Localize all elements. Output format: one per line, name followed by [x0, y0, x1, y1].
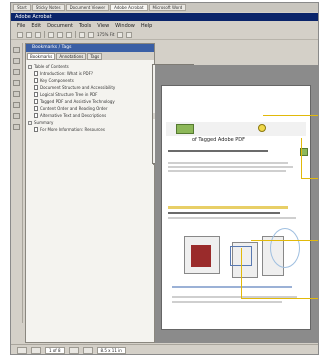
menu-bar: File Edit Document Tools View Window Hel… — [11, 22, 318, 30]
page-size-field: 8.5 x 11 in — [96, 347, 126, 354]
tree-item[interactable]: Introduction: What is PDF? — [28, 70, 152, 77]
text-line — [168, 170, 286, 172]
highlight-icon[interactable] — [13, 91, 20, 97]
highlighted-text — [168, 206, 288, 209]
page-icon — [34, 113, 38, 118]
tree-item[interactable]: Document Structure and Accessibility — [28, 84, 152, 91]
print-icon[interactable] — [35, 31, 41, 38]
figure-image — [184, 236, 220, 274]
toolbar: 175% Fit — [11, 30, 318, 40]
tab-annotations[interactable]: Annotations — [56, 53, 87, 60]
browser-tab-active[interactable]: Adobe Acrobat — [110, 4, 148, 11]
app-window: Start Sticky Notes Document Viewer Adobe… — [10, 2, 319, 355]
zoom-in-icon[interactable] — [117, 31, 124, 38]
text-line — [168, 166, 293, 168]
crop-icon[interactable] — [13, 113, 20, 119]
bookmark-tree: Table of Contents Introduction: What is … — [26, 60, 154, 136]
save-icon[interactable] — [26, 31, 32, 38]
link-icon[interactable] — [13, 124, 20, 130]
zoom-icon[interactable] — [13, 69, 20, 75]
menu-edit[interactable]: Edit — [31, 22, 41, 30]
comment-icon[interactable] — [13, 80, 20, 86]
page-icon — [34, 106, 38, 111]
zoom-tool-icon[interactable] — [66, 31, 72, 38]
text-line — [168, 217, 296, 219]
text-line — [172, 301, 282, 303]
toolbar-separator — [75, 31, 76, 38]
expand-icon[interactable] — [28, 120, 32, 125]
previous-page-icon[interactable] — [31, 347, 41, 354]
expand-icon[interactable] — [28, 64, 32, 69]
next-page-icon[interactable] — [68, 347, 79, 354]
hand-icon[interactable] — [13, 47, 20, 53]
callout-line — [301, 138, 302, 178]
toolbar-separator — [44, 31, 45, 38]
next-page-icon[interactable] — [88, 31, 94, 38]
caption-line — [172, 286, 292, 288]
stamp-icon[interactable] — [13, 102, 20, 108]
previous-page-icon[interactable] — [79, 31, 85, 38]
document-area[interactable]: of Tagged Adobe PDF — [155, 65, 318, 343]
tree-item[interactable]: Tagged PDF and Assistive Technology — [28, 98, 152, 105]
navigation-tabs: Bookmarks Annotations Tags — [26, 52, 154, 60]
tree-item[interactable]: Key Components — [28, 77, 152, 84]
document-page: of Tagged Adobe PDF — [161, 85, 311, 330]
page-icon — [34, 99, 38, 104]
tool-palette — [11, 43, 23, 323]
menu-file[interactable]: File — [17, 22, 25, 30]
callout-marker-icon[interactable] — [258, 124, 266, 132]
callout-line — [241, 298, 318, 299]
text-line — [168, 162, 288, 164]
first-page-icon[interactable] — [17, 347, 27, 354]
tree-item[interactable]: For More Information: Resources — [28, 126, 152, 133]
open-icon[interactable] — [17, 31, 23, 38]
page-icon — [34, 85, 38, 90]
menu-tools[interactable]: Tools — [79, 22, 91, 30]
page-icon — [34, 127, 38, 132]
callout-line — [251, 240, 318, 241]
selection-outline — [270, 228, 300, 268]
tree-item[interactable]: Logical Structure Tree in PDF — [28, 91, 152, 98]
callout-line — [241, 248, 242, 298]
menu-document[interactable]: Document — [47, 22, 73, 30]
callout-line — [263, 115, 318, 116]
page-icon — [34, 71, 38, 76]
menu-window[interactable]: Window — [115, 22, 135, 30]
tree-item[interactable]: Summary — [28, 119, 152, 126]
figure-content — [191, 245, 211, 267]
callout-line — [301, 178, 318, 179]
navigation-pane: Bookmarks / Tags Bookmarks Annotations T… — [25, 43, 155, 343]
document-title: of Tagged Adobe PDF — [192, 137, 246, 143]
page-icon — [34, 78, 38, 83]
tab-tags[interactable]: Tags — [87, 53, 103, 60]
last-page-icon[interactable] — [82, 347, 93, 354]
browser-tab[interactable]: Microsoft Word — [148, 4, 187, 11]
zoom-level[interactable]: 175% Fit — [97, 32, 114, 37]
hand-tool-icon[interactable] — [48, 31, 54, 38]
tree-item[interactable]: Table of Contents — [28, 63, 152, 70]
browser-tab[interactable]: Sticky Notes — [31, 4, 65, 11]
page-number-field[interactable]: 1 of 8 — [45, 347, 65, 354]
window-title: Adobe Acrobat — [11, 13, 318, 21]
zoom-out-icon[interactable] — [126, 31, 133, 38]
text-line — [168, 150, 268, 152]
status-bar: 1 of 8 8.5 x 11 in — [11, 344, 318, 354]
navigation-pane-title: Bookmarks / Tags — [26, 44, 154, 52]
text-line — [168, 212, 280, 214]
tree-item[interactable]: Content Order and Reading Order — [28, 105, 152, 112]
browser-tab[interactable]: Start — [13, 4, 31, 11]
select-text-icon[interactable] — [13, 58, 20, 64]
tree-item[interactable]: Alternative Text and Descriptions — [28, 112, 152, 119]
browser-tab[interactable]: Document Viewer — [65, 4, 110, 11]
menu-view[interactable]: View — [97, 22, 109, 30]
tag-marker[interactable] — [176, 124, 194, 134]
page-icon — [34, 92, 38, 97]
browser-tab-strip: Start Sticky Notes Document Viewer Adobe… — [11, 3, 318, 12]
tab-bookmarks[interactable]: Bookmarks — [27, 53, 56, 60]
menu-help[interactable]: Help — [141, 22, 152, 30]
select-tool-icon[interactable] — [57, 31, 63, 38]
